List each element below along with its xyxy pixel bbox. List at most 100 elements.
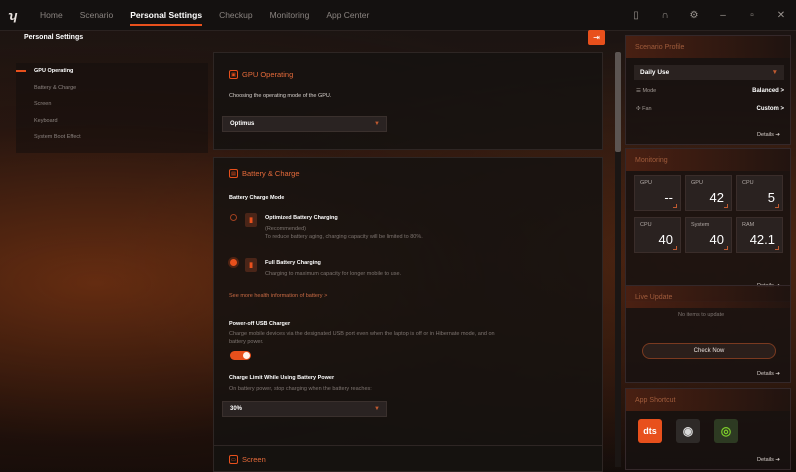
menu-item-system-boot-effect[interactable]: System Boot Effect xyxy=(16,129,208,146)
tile-label: GPU xyxy=(640,180,652,186)
main-content: ▣ GPU Operating Choosing the operating m… xyxy=(213,52,603,472)
tab-monitoring[interactable]: Monitoring xyxy=(270,0,310,31)
fan-value: Custom > xyxy=(756,106,784,112)
main-scrollbar[interactable] xyxy=(615,52,621,467)
menu-item-keyboard[interactable]: Keyboard xyxy=(16,113,208,130)
mode-label: Mode xyxy=(642,88,657,94)
monitor-tile-ram: RAM 42.1 xyxy=(736,217,783,253)
menu-item-gpu-operating[interactable]: GPU Operating xyxy=(16,63,208,80)
profile-value: Daily Use xyxy=(640,69,670,76)
charge-limit-select[interactable]: 30% ▼ xyxy=(222,401,387,417)
nvidia-app-icon[interactable]: ◎ xyxy=(714,419,738,443)
profile-select[interactable]: Daily Use ▼ xyxy=(634,65,784,80)
tile-value: 5 xyxy=(767,190,775,205)
monitor-tile-cpu: CPU 5 xyxy=(736,175,783,211)
battery-health-link[interactable]: See more health information of battery > xyxy=(229,293,327,299)
full-charging-desc: Charging to maximum capacity for longer … xyxy=(265,271,402,277)
battery-card-title: ▤ Battery & Charge xyxy=(229,169,300,178)
chevron-down-icon: ▼ xyxy=(771,69,778,76)
usb-charger-title: Power-off USB Charger xyxy=(229,321,291,327)
live-update-card: Live Update No items to update Check Now… xyxy=(625,285,791,383)
monitor-tile-gpu: GPU 42 xyxy=(685,175,732,211)
corner-icon xyxy=(724,246,728,250)
battery-charge-card: ▤ Battery & Charge Battery Charge Mode ▮… xyxy=(213,157,603,472)
optimized-charging-radio[interactable] xyxy=(230,214,237,221)
live-update-details-link[interactable]: Details ➔ xyxy=(757,371,780,377)
monitoring-card: Monitoring GPU -- GPU 42 CPU 5 CPU 40 Sy… xyxy=(625,148,791,302)
monitor-tile-cpu-temp: CPU 40 xyxy=(634,217,681,253)
tile-label: GPU xyxy=(691,180,703,186)
headset-icon[interactable]: ∩ xyxy=(658,10,672,21)
gpu-icon: ▣ xyxy=(229,70,238,79)
gpu-title-text: GPU Operating xyxy=(242,70,294,79)
menu-item-battery-charge[interactable]: Battery & Charge xyxy=(16,80,208,97)
usb-charger-toggle[interactable] xyxy=(230,351,251,360)
tab-personal-settings[interactable]: Personal Settings xyxy=(130,0,202,31)
battery-title-text: Battery & Charge xyxy=(242,169,300,178)
mode-row[interactable]: ☰ Mode Balanced > xyxy=(636,88,784,94)
window-controls: ▯ ∩ ⚙ – ▫ ✕ xyxy=(629,0,788,31)
tile-label: CPU xyxy=(742,180,754,186)
scrollbar-thumb[interactable] xyxy=(615,52,621,152)
disc-app-icon[interactable]: ◉ xyxy=(676,419,700,443)
corner-icon xyxy=(775,204,779,208)
monitoring-title: Monitoring xyxy=(626,149,790,171)
gpu-operating-card: ▣ GPU Operating Choosing the operating m… xyxy=(213,52,603,150)
fan-row[interactable]: ✣ Fan Custom > xyxy=(636,106,784,112)
app-shortcut-details-link[interactable]: Details ➔ xyxy=(757,457,780,463)
tile-value: 42 xyxy=(709,190,724,205)
exit-fullscreen-button[interactable]: ⇥ xyxy=(588,30,605,45)
scenario-details-link[interactable]: Details ➔ xyxy=(757,132,780,138)
top-bar: ʮ Home Scenario Personal Settings Checku… xyxy=(0,0,796,31)
full-charging-title: Full Battery Charging xyxy=(265,260,321,266)
charge-limit-value: 30% xyxy=(230,406,243,412)
screen-title-text: Screen xyxy=(242,455,266,464)
charge-mode-label: Battery Charge Mode xyxy=(229,195,285,201)
tile-value: 42.1 xyxy=(749,232,775,247)
corner-icon xyxy=(673,204,677,208)
gear-icon[interactable]: ⚙ xyxy=(687,10,701,21)
corner-icon xyxy=(775,246,779,250)
tab-home[interactable]: Home xyxy=(40,0,63,31)
gpu-card-title: ▣ GPU Operating xyxy=(229,70,293,79)
minimize-icon[interactable]: – xyxy=(716,10,730,21)
gpu-mode-select[interactable]: Optimus ▼ xyxy=(222,116,387,132)
main-nav: Home Scenario Personal Settings Checkup … xyxy=(40,0,386,31)
tile-label: System xyxy=(691,222,710,228)
usb-charger-desc-2: battery power. xyxy=(229,339,264,345)
chevron-down-icon: ▼ xyxy=(374,121,380,127)
optimized-charging-title: Optimized Battery Charging xyxy=(265,215,338,221)
optimized-charging-recommended: (Recommended) xyxy=(265,226,306,232)
exit-icon: ⇥ xyxy=(593,33,600,42)
scenario-profile-title: Scenario Profile xyxy=(626,36,790,58)
monitor-icon: ▭ xyxy=(229,455,238,464)
screen-card: ▭ Screen xyxy=(213,445,603,472)
clipboard-icon[interactable]: ▯ xyxy=(629,10,643,21)
maximize-icon[interactable]: ▫ xyxy=(745,10,759,21)
battery-icon: ▤ xyxy=(229,169,238,178)
tab-scenario[interactable]: Scenario xyxy=(80,0,114,31)
charge-limit-title: Charge Limit While Using Battery Power xyxy=(229,375,335,381)
leaf-battery-icon: ▮ xyxy=(245,213,257,227)
app-logo: ʮ xyxy=(8,7,18,23)
tile-value: -- xyxy=(664,190,673,205)
chevron-down-icon: ▼ xyxy=(374,406,380,412)
corner-icon xyxy=(724,204,728,208)
full-charging-radio[interactable] xyxy=(230,259,237,266)
charge-limit-desc: On battery power, stop charging when the… xyxy=(229,386,372,392)
monitor-tile-system: System 40 xyxy=(685,217,732,253)
tile-value: 40 xyxy=(658,232,673,247)
tab-app-center[interactable]: App Center xyxy=(326,0,369,31)
fan-label: Fan xyxy=(642,106,652,112)
menu-item-screen[interactable]: Screen xyxy=(16,96,208,113)
live-update-title: Live Update xyxy=(626,286,790,308)
corner-icon xyxy=(673,246,677,250)
tab-checkup[interactable]: Checkup xyxy=(219,0,253,31)
monitor-tile-gpu-temp: GPU -- xyxy=(634,175,681,211)
check-now-button[interactable]: Check Now xyxy=(642,343,776,359)
app-shortcut-card: App Shortcut dts ◉ ◎ Details ➔ xyxy=(625,388,791,470)
gpu-description: Choosing the operating mode of the GPU. xyxy=(229,93,332,99)
live-update-status: No items to update xyxy=(678,312,725,318)
close-icon[interactable]: ✕ xyxy=(774,10,788,21)
dts-app-shortcut[interactable]: dts xyxy=(638,419,662,443)
